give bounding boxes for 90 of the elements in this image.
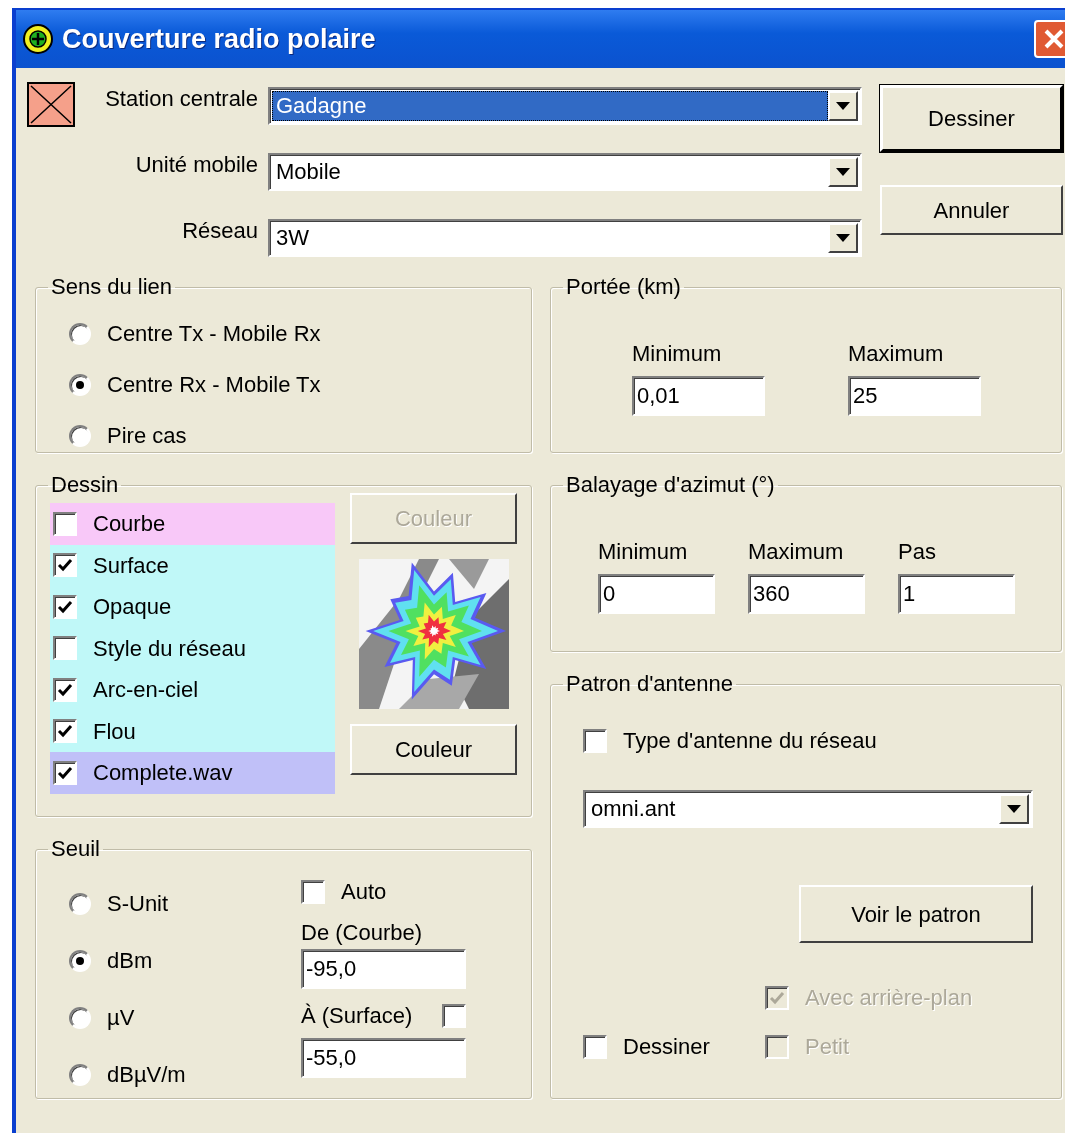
check-icon — [57, 723, 73, 740]
layer-row[interactable]: Complete.wav — [50, 752, 335, 794]
checkbox[interactable] — [53, 594, 77, 619]
group-title: Patron d'antenne — [565, 672, 734, 697]
dialog-button[interactable]: Dessiner — [880, 85, 1063, 152]
check-icon — [57, 764, 73, 781]
group-title: Balayage d'azimut (°) — [565, 473, 776, 498]
checkbox-label: Complete.wav — [93, 759, 233, 788]
checkbox-label: Arc-en-ciel — [93, 676, 199, 705]
checkbox[interactable] — [53, 719, 77, 744]
radio-label: dBm — [107, 947, 153, 976]
check-icon — [57, 557, 73, 574]
radio-label: Centre Rx - Mobile Tx — [107, 371, 321, 400]
view-pattern-button[interactable]: Voir le patron — [799, 885, 1033, 944]
input-field[interactable]: 0 — [598, 574, 715, 615]
layer-row[interactable]: Surface — [50, 544, 335, 587]
check-icon — [57, 598, 73, 615]
checkbox[interactable] — [53, 553, 77, 578]
checkbox-label: Dessiner — [623, 1033, 710, 1062]
dropdown[interactable]: Gadagne — [268, 87, 862, 125]
radio-button[interactable] — [69, 892, 91, 915]
dropdown[interactable]: 3W — [268, 219, 862, 257]
radio-label: µV — [107, 1004, 135, 1033]
checkbox-label: Flou — [93, 717, 136, 746]
checkbox-label: Style du réseau — [93, 634, 246, 663]
radio-button[interactable] — [69, 1063, 91, 1086]
check-icon — [57, 681, 73, 698]
radio-button[interactable] — [69, 424, 91, 447]
checkbox[interactable] — [442, 1003, 466, 1028]
radio-button[interactable] — [69, 373, 91, 396]
checkbox-label: Surface — [93, 551, 169, 580]
input-field[interactable]: 25 — [848, 376, 981, 417]
cross-swatch-icon[interactable] — [27, 82, 75, 127]
color-button[interactable]: Couleur — [350, 724, 517, 776]
dropdown[interactable]: omni.ant — [583, 790, 1033, 829]
caret-icon — [836, 102, 850, 110]
radio-label: Centre Tx - Mobile Rx — [107, 320, 321, 349]
input-field[interactable]: -55,0 — [301, 1038, 466, 1079]
group-title: Sens du lien — [50, 275, 174, 300]
checkbox[interactable] — [583, 1034, 607, 1059]
checkbox-label: Type d'antenne du réseau — [623, 727, 877, 756]
caret-icon — [836, 234, 850, 242]
group-title: Seuil — [50, 837, 101, 862]
checkbox-label: Avec arrière-plan — [805, 984, 973, 1013]
field-label: Pas — [898, 538, 937, 567]
field-label: Maximum — [748, 538, 845, 567]
checkbox-label: Courbe — [93, 510, 166, 539]
field-label: Minimum — [632, 340, 723, 369]
caret-icon — [1007, 805, 1021, 814]
field-label: De (Courbe) — [301, 919, 424, 948]
checkbox-label: Opaque — [93, 593, 172, 622]
checkbox-label: Petit — [805, 1033, 850, 1062]
checkbox[interactable] — [301, 879, 325, 904]
close-icon — [1043, 28, 1065, 50]
app-icon — [22, 23, 54, 55]
checkbox[interactable] — [53, 677, 77, 702]
checkbox[interactable] — [53, 636, 77, 661]
checkbox[interactable] — [53, 760, 77, 785]
radio-label: dBµV/m — [107, 1061, 186, 1090]
checkbox[interactable] — [583, 728, 607, 753]
layer-row[interactable]: Flou — [50, 710, 335, 753]
radio-button[interactable] — [69, 1006, 91, 1029]
close-button[interactable] — [1034, 20, 1065, 58]
input-field[interactable]: 1 — [898, 574, 1015, 615]
group-title: Dessin — [50, 473, 120, 498]
field-label: Maximum — [848, 340, 945, 369]
field-label: Station centrale — [104, 87, 258, 112]
input-field[interactable]: 0,01 — [632, 376, 765, 417]
checkbox[interactable] — [53, 511, 77, 536]
layer-row[interactable]: Opaque — [50, 586, 335, 628]
radio-button[interactable] — [69, 949, 91, 972]
layer-row[interactable]: Courbe — [50, 503, 335, 545]
field-label: Minimum — [598, 538, 689, 567]
radio-label: S-Unit — [107, 890, 169, 919]
field-label: Unité mobile — [134, 153, 258, 178]
field-label: À (Surface) — [301, 1002, 413, 1031]
group-title: Portée (km) — [565, 275, 682, 300]
radio-label: Pire cas — [107, 422, 187, 451]
input-field[interactable]: 360 — [748, 574, 865, 615]
radio-button[interactable] — [69, 322, 91, 345]
window-title: Couverture radio polaire — [62, 22, 376, 56]
checkbox-label: Auto — [341, 878, 387, 907]
check-icon — [769, 989, 785, 1006]
field-label: Réseau — [181, 219, 258, 244]
dialog-button[interactable]: Annuler — [880, 185, 1063, 235]
input-field[interactable]: -95,0 — [301, 949, 466, 990]
layer-row[interactable]: Style du réseau — [50, 627, 335, 670]
dropdown[interactable]: Mobile — [268, 153, 862, 191]
layer-row[interactable]: Arc-en-ciel — [50, 669, 335, 711]
caret-icon — [836, 168, 850, 176]
